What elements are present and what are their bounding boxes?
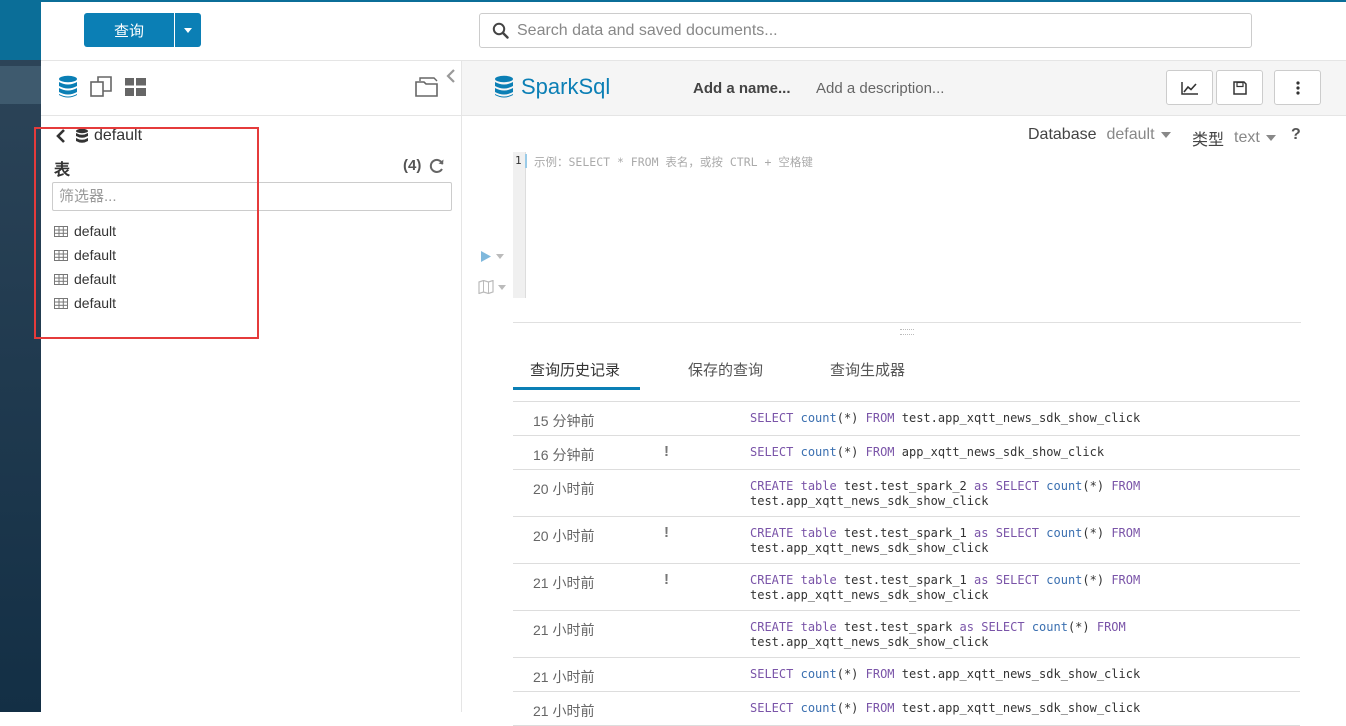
- history-row[interactable]: 21 小时前 SELECT count(*) FROM test.app_xqtt…: [513, 658, 1300, 692]
- caret-down-icon: [1160, 132, 1171, 138]
- history-row[interactable]: 21 小时前 CREATE table test.test_spark as SE…: [513, 611, 1300, 658]
- chart-button[interactable]: [1166, 70, 1213, 105]
- history-row[interactable]: 20 小时前! CREATE table test.test_spark_1 as…: [513, 517, 1300, 564]
- history-time: 21 小时前: [533, 703, 595, 719]
- caret-down-icon: [496, 254, 504, 259]
- more-options-button[interactable]: [1274, 70, 1321, 105]
- history-time: 21 小时前: [533, 669, 595, 685]
- help-icon[interactable]: ?: [1291, 126, 1301, 144]
- save-button[interactable]: [1216, 70, 1263, 105]
- database-icon[interactable]: [58, 75, 78, 104]
- search-icon: [492, 22, 509, 39]
- search-box[interactable]: [479, 13, 1252, 48]
- editor-gutter: 1: [513, 152, 526, 298]
- type-selector[interactable]: 类型 text: [1192, 126, 1276, 150]
- history-time: 15 分钟前: [533, 413, 595, 429]
- history-time: 21 小时前: [533, 575, 595, 591]
- warning-icon: !: [664, 571, 669, 588]
- editor-placeholder[interactable]: 示例：SELECT * FROM 表名，或按 CTRL + 空格键: [534, 154, 813, 170]
- caret-down-icon: [184, 27, 192, 33]
- database-label: Database: [1028, 126, 1097, 143]
- history-query[interactable]: SELECT count(*) FROM test.app_xqtt_news_…: [750, 411, 1140, 426]
- active-tab-indicator: [513, 387, 640, 390]
- history-row[interactable]: 15 分钟前 SELECT count(*) FROM test.app_xqtt…: [513, 402, 1300, 436]
- history-row[interactable]: 16 分钟前! SELECT count(*) FROM app_xqtt_new…: [513, 436, 1300, 470]
- type-value-text: text: [1234, 129, 1260, 146]
- map-icon: [478, 280, 494, 294]
- warning-icon: !: [664, 443, 669, 460]
- database-selector[interactable]: Database default: [1028, 126, 1171, 144]
- tables-count-label: (4): [403, 157, 422, 174]
- caret-down-icon: [1265, 135, 1276, 141]
- history-query[interactable]: SELECT count(*) FROM app_xqtt_news_sdk_s…: [750, 445, 1104, 460]
- query-button[interactable]: 查询: [84, 13, 174, 47]
- type-label: 类型: [1192, 132, 1225, 149]
- tab-saved-queries[interactable]: 保存的查询: [688, 359, 763, 380]
- history-time: 16 分钟前: [533, 447, 595, 463]
- tab-query-builder[interactable]: 查询生成器: [830, 359, 905, 380]
- assist-panel: default 表 (4) default default default de…: [34, 61, 462, 712]
- tables-count: (4): [403, 157, 445, 174]
- history-query[interactable]: CREATE table test.test_spark as SELECT c…: [750, 620, 1126, 650]
- navbar-active-item[interactable]: [0, 66, 41, 104]
- history-time: 20 小时前: [533, 528, 595, 544]
- refresh-icon[interactable]: [429, 158, 445, 174]
- query-dropdown-button[interactable]: [175, 13, 201, 47]
- warning-icon: !: [664, 524, 669, 541]
- line-chart-icon: [1180, 81, 1198, 95]
- add-description-field[interactable]: Add a description...: [816, 80, 944, 97]
- history-query[interactable]: CREATE table test.test_spark_2 as SELECT…: [750, 479, 1140, 509]
- run-query-button[interactable]: [480, 250, 504, 263]
- editor-divider: [513, 322, 1301, 323]
- history-time: 21 小时前: [533, 622, 595, 638]
- database-value[interactable]: default: [1107, 126, 1171, 144]
- database-value-text: default: [1106, 126, 1155, 143]
- assist-panel-tabs: [41, 61, 461, 116]
- tab-query-history[interactable]: 查询历史记录: [530, 359, 620, 380]
- more-vertical-icon: [1295, 80, 1300, 95]
- history-query[interactable]: CREATE table test.test_spark_1 as SELECT…: [750, 526, 1140, 556]
- cursor-line-marker: [525, 154, 527, 168]
- grid-icon[interactable]: [125, 78, 146, 101]
- history-query[interactable]: SELECT count(*) FROM test.app_xqtt_news_…: [750, 701, 1140, 716]
- folder-open-icon[interactable]: [415, 76, 441, 103]
- history-row[interactable]: 21 小时前 SELECT count(*) FROM test.app_xqtt…: [513, 692, 1300, 726]
- editor-title-label: SparkSql: [521, 74, 611, 99]
- left-navbar: [0, 0, 41, 712]
- query-history-list: 15 分钟前 SELECT count(*) FROM test.app_xqtt…: [513, 401, 1300, 726]
- search-input[interactable]: [517, 21, 1217, 40]
- caret-down-icon: [498, 284, 506, 290]
- top-bar: 查询: [41, 0, 1346, 61]
- play-icon: [481, 251, 491, 262]
- history-time: 20 小时前: [533, 481, 595, 497]
- highlight-annotation-box: [34, 127, 259, 339]
- history-query[interactable]: SELECT count(*) FROM test.app_xqtt_news_…: [750, 667, 1140, 682]
- collapse-panel-chevron-icon[interactable]: [445, 68, 457, 84]
- results-tabs: 查询历史记录 保存的查询 查询生成器: [513, 352, 1301, 390]
- editor-title: SparkSql: [494, 74, 610, 100]
- resize-handle[interactable]: [900, 329, 914, 335]
- add-name-field[interactable]: Add a name...: [693, 80, 791, 97]
- history-row[interactable]: 20 小时前 CREATE table test.test_spark_2 as …: [513, 470, 1300, 517]
- line-number: 1: [515, 154, 522, 167]
- save-icon: [1232, 80, 1247, 95]
- history-row[interactable]: 21 小时前! CREATE table test.test_spark_1 as…: [513, 564, 1300, 611]
- explain-button[interactable]: [478, 280, 506, 294]
- database-icon: [495, 75, 513, 98]
- type-value[interactable]: text: [1234, 129, 1276, 147]
- documents-icon[interactable]: [90, 76, 113, 103]
- editor-header: SparkSql Add a name... Add a description…: [462, 61, 1346, 116]
- history-query[interactable]: CREATE table test.test_spark_1 as SELECT…: [750, 573, 1140, 603]
